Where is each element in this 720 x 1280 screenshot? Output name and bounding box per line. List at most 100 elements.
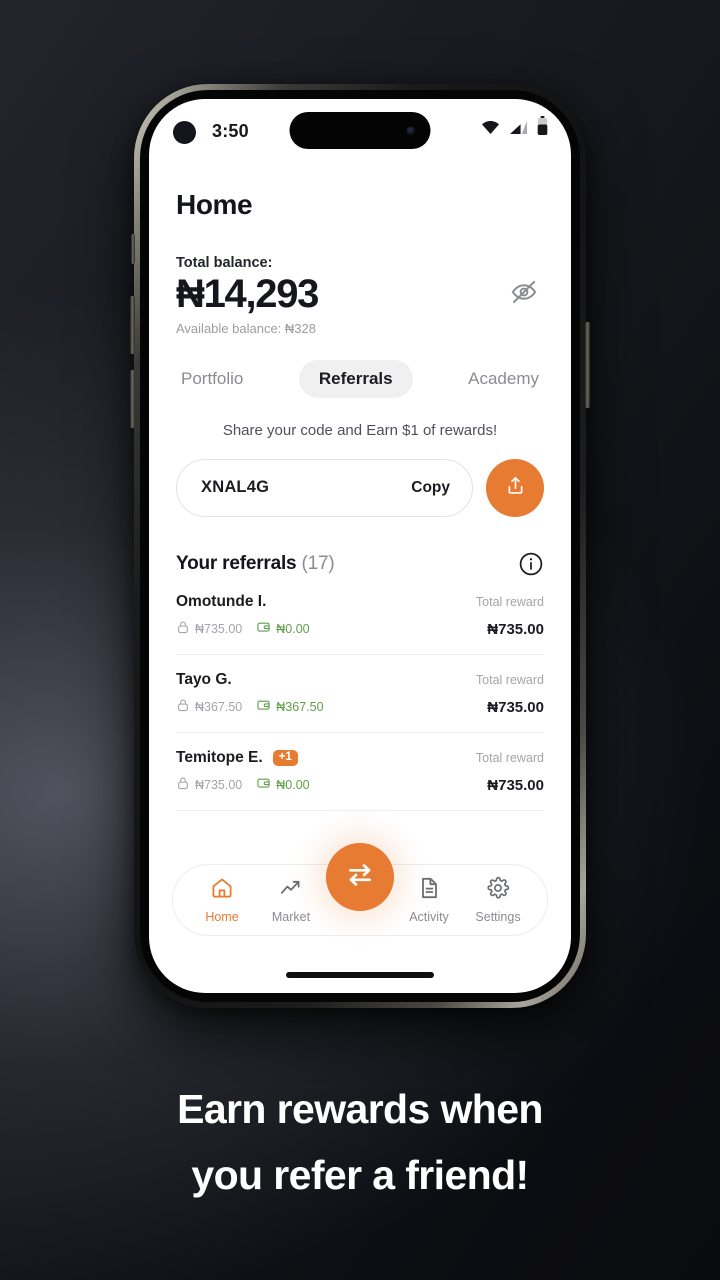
front-camera-icon <box>406 126 416 135</box>
available-balance-amount: ₦328 <box>284 320 316 336</box>
referral-chips: ₦735.00 ₦0.00 <box>176 776 310 795</box>
available-balance-label: Available balance: <box>176 320 282 336</box>
nav-label-market: Market <box>271 910 311 924</box>
home-icon <box>210 876 234 905</box>
locked-amount: ₦735.00 <box>195 778 243 793</box>
referral-chips: ₦367.50 ₦367.50 <box>176 698 324 717</box>
swap-arrows-icon <box>345 860 375 895</box>
table-row[interactable]: Tayo G. Total reward ₦367.50 ₦367.50 ₦73… <box>176 655 544 733</box>
referral-name-wrap: Temitope E. +1 <box>176 749 298 767</box>
table-row[interactable]: Temitope E. +1 Total reward ₦735.00 ₦0.0… <box>176 733 544 811</box>
status-badge: +1 <box>272 749 298 767</box>
locked-amount: ₦735.00 <box>195 622 243 637</box>
status-icons <box>481 116 548 140</box>
referral-name: Omotunde I. <box>176 592 267 610</box>
cellular-signal-icon <box>509 120 528 140</box>
marketing-caption: Earn rewards when you refer a friend! <box>0 1076 720 1209</box>
eye-off-icon <box>510 278 538 311</box>
wallet-icon <box>256 776 271 795</box>
referral-row-top: Temitope E. +1 Total reward <box>176 749 544 767</box>
locked-amount-chip: ₦735.00 <box>176 776 242 795</box>
referral-chips: ₦735.00 ₦0.00 <box>176 620 310 639</box>
referrals-title: Your referrals (17) <box>176 553 335 575</box>
tab-portfolio[interactable]: Portfolio <box>179 360 245 398</box>
referrals-count: (17) <box>301 552 335 574</box>
total-reward-amount: ₦735.00 <box>487 776 544 794</box>
caption-line-2: you refer a friend! <box>191 1152 529 1199</box>
referral-code-box[interactable]: XNAL4G Copy <box>176 458 473 517</box>
home-indicator <box>286 972 434 978</box>
nav-label-activity: Activity <box>409 910 449 924</box>
total-balance-label: Total balance: <box>176 255 273 271</box>
wallet-icon <box>256 620 271 639</box>
balance-row: ₦14,293 <box>176 272 544 317</box>
referral-row-bottom: ₦735.00 ₦0.00 ₦735.00 <box>176 776 544 795</box>
nav-label-settings: Settings <box>475 910 521 924</box>
gear-icon <box>486 876 510 905</box>
referrals-info-button[interactable] <box>518 551 544 577</box>
total-reward-label: Total reward <box>475 672 544 687</box>
tab-referrals[interactable]: Referrals <box>298 359 413 398</box>
screen-content: Home Total balance: ₦14,293 Available ba… <box>149 189 571 811</box>
trending-up-icon <box>279 876 303 905</box>
total-reward-amount: ₦735.00 <box>487 698 544 716</box>
document-icon <box>417 876 441 905</box>
swap-fab-button[interactable] <box>326 843 394 911</box>
nav-item-settings[interactable]: Settings <box>465 876 531 924</box>
available-amount: ₦0.00 <box>276 622 310 637</box>
table-row[interactable]: Omotunde I. Total reward ₦735.00 ₦0.00 ₦… <box>176 577 544 655</box>
nav-item-home[interactable]: Home <box>189 876 255 924</box>
tab-academy[interactable]: Academy <box>466 360 541 398</box>
hide-balance-button[interactable] <box>507 277 541 311</box>
total-reward-label: Total reward <box>475 750 544 765</box>
total-reward-label: Total reward <box>475 594 544 609</box>
lock-icon <box>176 620 190 639</box>
referral-row-top: Tayo G. Total reward <box>176 671 544 689</box>
nav-item-market[interactable]: Market <box>258 876 324 924</box>
battery-icon <box>537 116 548 140</box>
copy-code-button[interactable]: Copy <box>411 479 450 497</box>
power-button[interactable] <box>585 322 590 408</box>
available-amount: ₦367.50 <box>276 700 324 715</box>
locked-amount: ₦367.50 <box>195 700 243 715</box>
nav-item-activity[interactable]: Activity <box>396 876 462 924</box>
lock-icon <box>176 776 190 795</box>
available-amount-chip: ₦367.50 <box>256 698 324 717</box>
referral-row-bottom: ₦735.00 ₦0.00 ₦735.00 <box>176 620 544 639</box>
lock-icon <box>176 698 190 717</box>
referral-row-top: Omotunde I. Total reward <box>176 593 544 611</box>
info-circle-icon <box>518 552 544 581</box>
volume-up-button[interactable] <box>130 296 135 354</box>
phone-screen: 3:50 Home Total balance: ₦14,293 Availab… <box>149 99 571 993</box>
mute-switch[interactable] <box>131 234 135 264</box>
share-code-button[interactable] <box>486 458 544 517</box>
referral-code-value: XNAL4G <box>201 478 270 497</box>
phone-mockup: 3:50 Home Total balance: ₦14,293 Availab… <box>130 84 590 1008</box>
camera-punch-dot <box>173 121 196 144</box>
dynamic-island <box>289 112 431 149</box>
promo-text: Share your code and Earn $1 of rewards! <box>222 421 498 439</box>
locked-amount-chip: ₦735.00 <box>176 620 242 639</box>
available-amount-chip: ₦0.00 <box>256 776 310 795</box>
page-title: Home <box>176 189 253 220</box>
available-balance: Available balance: ₦328 <box>176 321 544 336</box>
referral-name-wrap: Omotunde I. <box>176 593 266 611</box>
available-amount-chip: ₦0.00 <box>256 620 310 639</box>
referral-name: Tayo G. <box>176 670 232 688</box>
nav-label-home: Home <box>205 910 239 924</box>
volume-down-button[interactable] <box>130 370 135 428</box>
total-balance-amount: ₦14,293 <box>176 272 319 316</box>
referral-row-bottom: ₦367.50 ₦367.50 ₦735.00 <box>176 698 544 717</box>
available-amount: ₦0.00 <box>276 778 310 793</box>
wallet-icon <box>256 698 271 717</box>
referrals-header: Your referrals (17) <box>176 551 544 577</box>
referrals-title-text: Your referrals <box>176 552 297 574</box>
referral-name: Temitope E. <box>176 748 263 766</box>
referral-name-wrap: Tayo G. <box>176 671 232 689</box>
share-upload-icon <box>505 475 526 501</box>
caption-line-1: Earn rewards when <box>177 1086 543 1132</box>
section-tabs: Portfolio Referrals Academy <box>176 359 544 398</box>
status-time: 3:50 <box>212 121 249 141</box>
status-bar: 3:50 <box>149 99 571 161</box>
total-reward-amount: ₦735.00 <box>487 620 544 638</box>
